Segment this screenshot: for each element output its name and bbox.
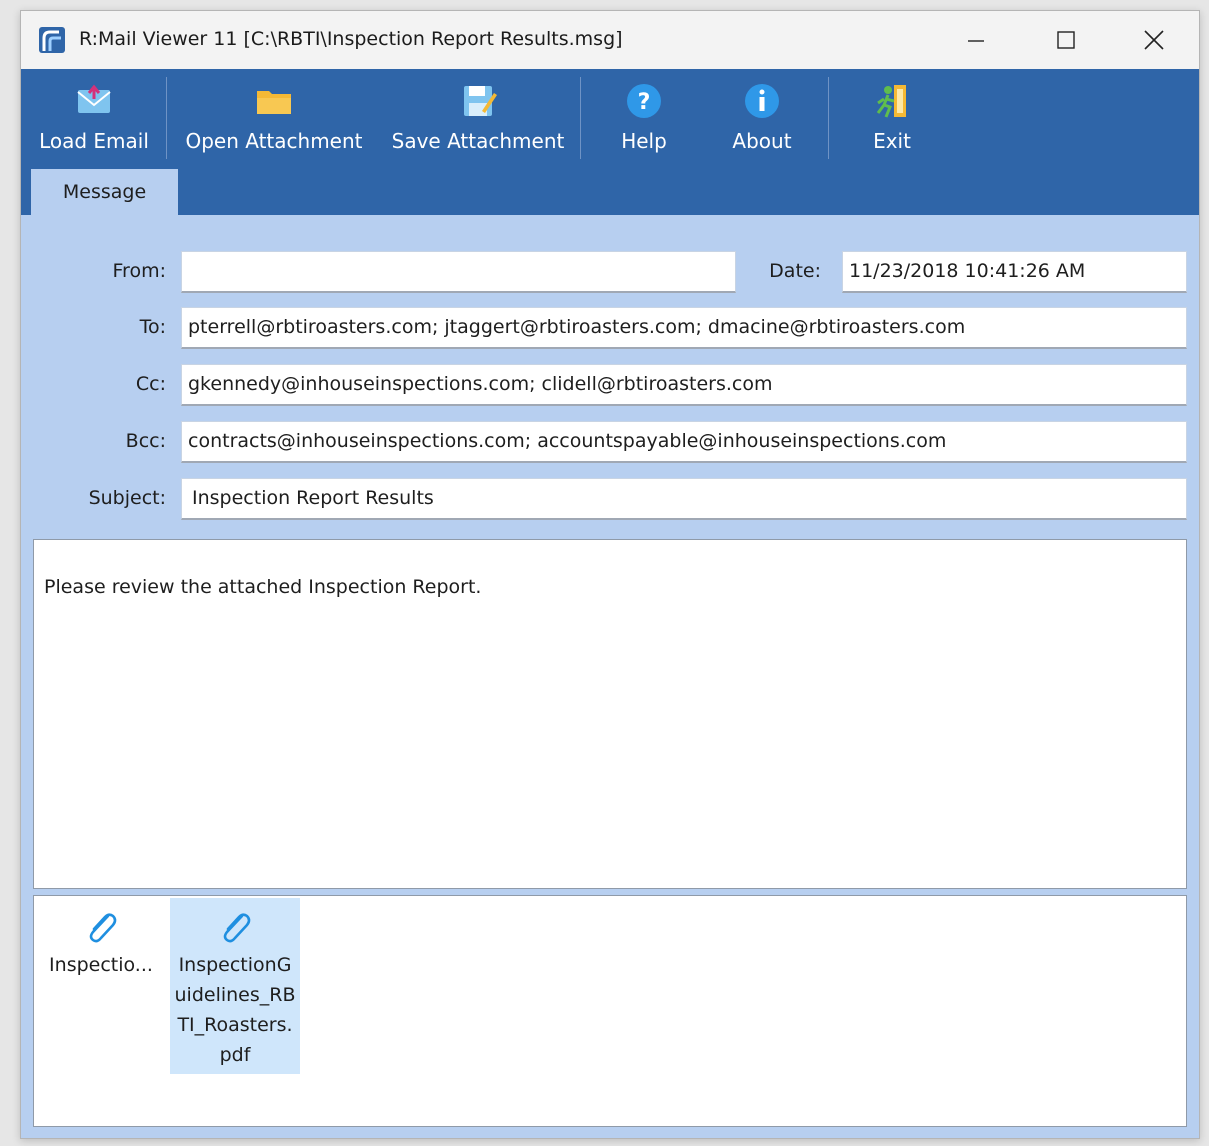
to-field[interactable]: pterrell@rbtiroasters.com; jtaggert@rbti… <box>181 307 1187 349</box>
help-icon: ? <box>627 84 661 118</box>
toolbar-separator <box>828 77 829 159</box>
tab-message[interactable]: Message <box>31 169 178 215</box>
message-body[interactable]: Please review the attached Inspection Re… <box>33 539 1187 889</box>
attachment-item-selected[interactable]: InspectionGuidelines_RBTI_Roasters.pdf <box>170 898 300 1074</box>
exit-icon <box>876 85 906 118</box>
load-email-button[interactable]: Load Email <box>31 75 157 163</box>
bcc-field[interactable]: contracts@inhouseinspections.com; accoun… <box>181 421 1187 463</box>
cc-field[interactable]: gkennedy@inhouseinspections.com; clidell… <box>181 364 1187 406</box>
close-button[interactable] <box>1109 11 1199 69</box>
app-window: R:Mail Viewer 11 [C:\RBTI\Inspection Rep… <box>20 10 1200 1139</box>
save-icon <box>464 86 497 116</box>
to-label: To: <box>139 316 166 338</box>
maximize-icon <box>1057 31 1075 49</box>
attachment-name: InspectionGuidelines_RBTI_Roasters.pdf <box>174 954 296 1066</box>
maximize-button[interactable] <box>1021 11 1111 69</box>
app-logo-icon <box>39 27 65 53</box>
bcc-label: Bcc: <box>125 430 166 452</box>
attachment-name: Inspectio... <box>49 954 153 976</box>
exit-button[interactable]: Exit <box>847 75 937 163</box>
cc-label: Cc: <box>135 373 166 395</box>
svg-text:?: ? <box>638 90 651 115</box>
paperclip-icon <box>89 913 117 943</box>
subject-field[interactable]: Inspection Report Results <box>181 478 1187 520</box>
from-label: From: <box>112 260 166 282</box>
exit-label: Exit <box>873 129 911 153</box>
close-icon <box>1144 30 1164 50</box>
open-attachment-label: Open Attachment <box>185 129 363 153</box>
open-attachment-button[interactable]: Open Attachment <box>179 75 369 163</box>
subject-label: Subject: <box>88 487 166 509</box>
save-attachment-button[interactable]: Save Attachment <box>383 75 573 163</box>
attachments-pane: Inspectio... InspectionGuidelines_RBTI_R… <box>33 895 1187 1127</box>
help-label: Help <box>621 129 667 153</box>
ribbon-toolbar: Load Email Open Attachment Save Attachme… <box>21 69 1199 215</box>
folder-icon <box>257 91 291 114</box>
help-button[interactable]: ? Help <box>599 75 689 163</box>
minimize-icon <box>968 40 984 42</box>
toolbar-separator <box>580 77 581 159</box>
window-title: R:Mail Viewer 11 [C:\RBTI\Inspection Rep… <box>79 28 623 50</box>
minimize-button[interactable] <box>931 11 1021 69</box>
date-field[interactable]: 11/23/2018 10:41:26 AM <box>842 251 1187 293</box>
about-button[interactable]: About <box>717 75 807 163</box>
from-field[interactable] <box>181 251 736 293</box>
load-email-label: Load Email <box>39 129 149 153</box>
message-body-text: Please review the attached Inspection Re… <box>44 576 482 598</box>
envelope-icon <box>77 84 111 113</box>
date-label: Date: <box>769 260 821 282</box>
info-icon <box>745 84 779 118</box>
attachment-item[interactable]: Inspectio... <box>36 898 166 984</box>
save-attachment-label: Save Attachment <box>391 129 565 153</box>
title-bar: R:Mail Viewer 11 [C:\RBTI\Inspection Rep… <box>21 11 1199 69</box>
toolbar-separator <box>166 77 167 159</box>
about-label: About <box>732 129 792 153</box>
paperclip-icon <box>223 913 251 943</box>
